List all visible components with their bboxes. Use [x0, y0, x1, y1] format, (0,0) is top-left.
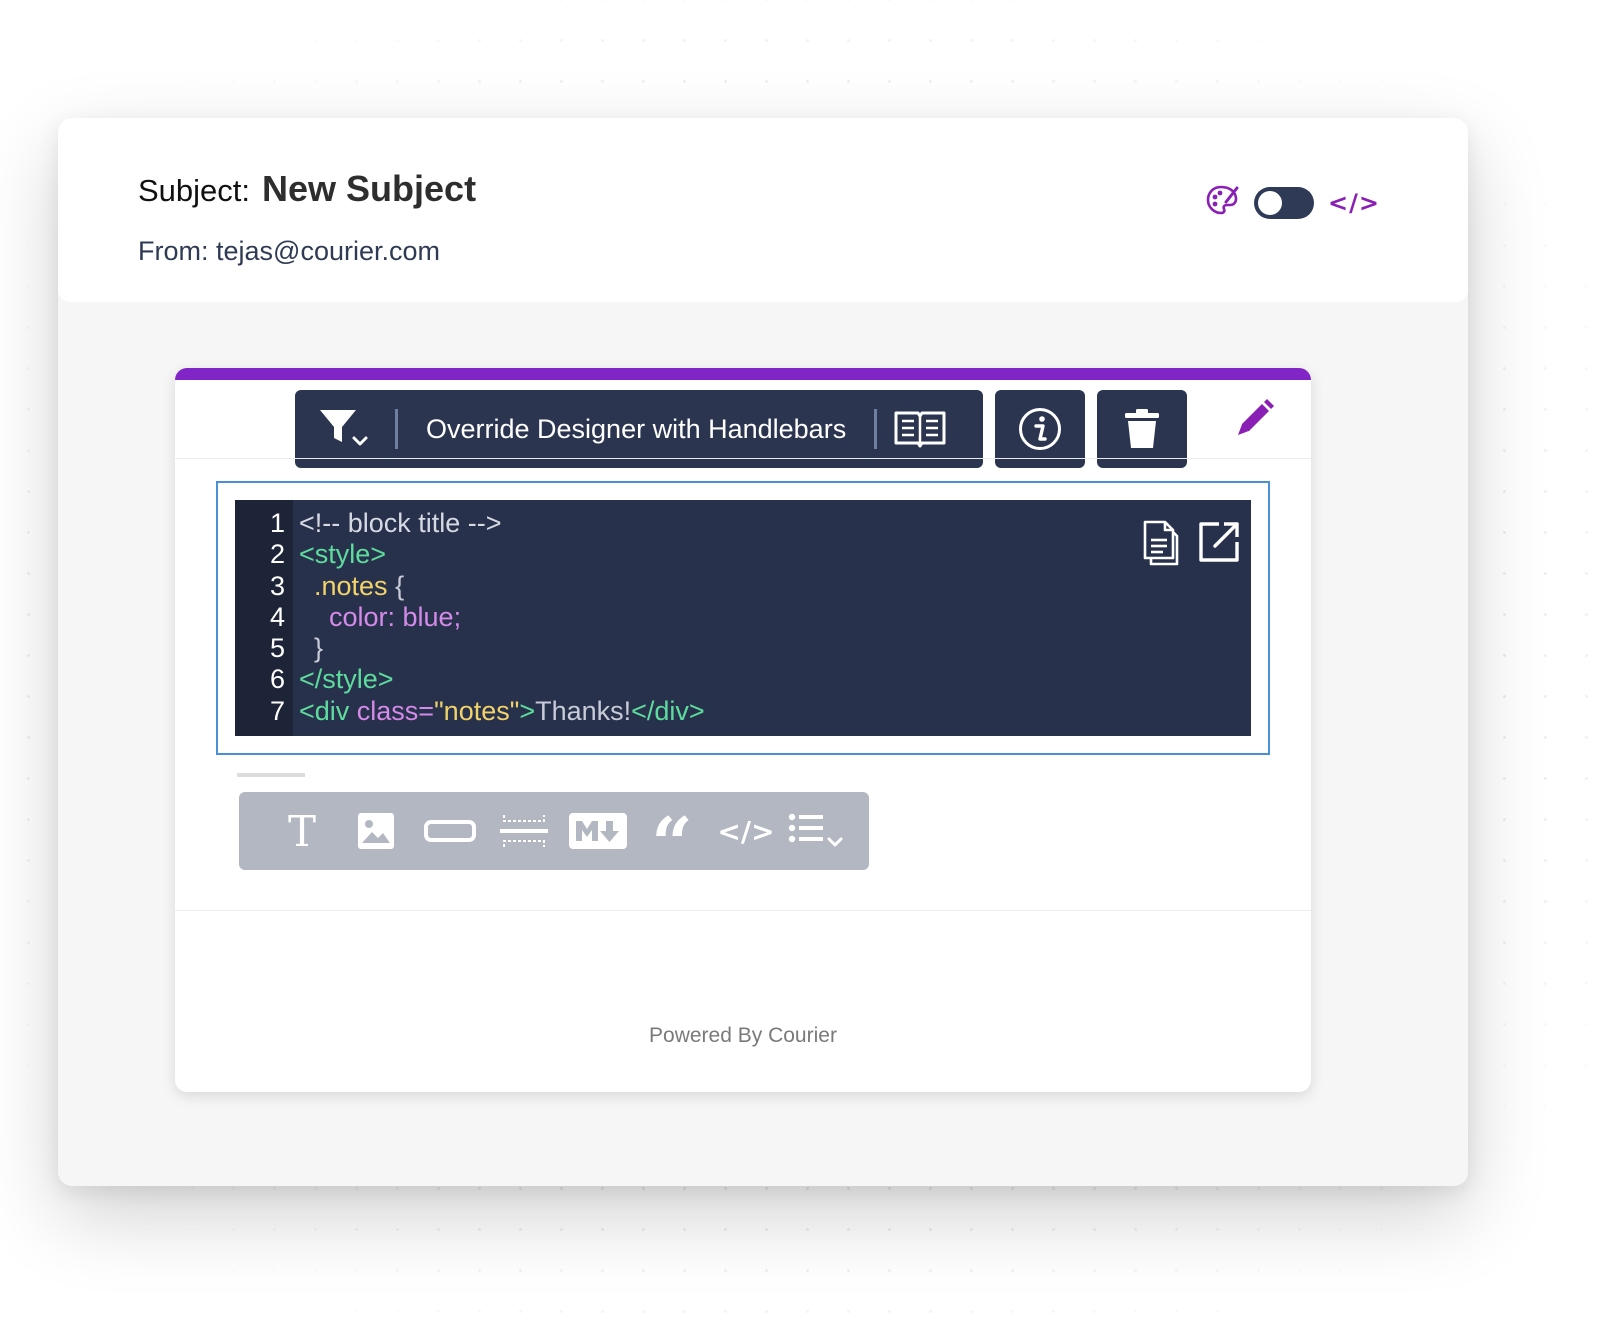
email-body-card: Override Designer with Handlebars 1 2 3 …	[175, 368, 1311, 1092]
add-markdown-block-button[interactable]	[561, 792, 635, 870]
code-tag: >	[519, 695, 536, 726]
filter-icon	[320, 410, 368, 446]
text-icon: T	[287, 806, 316, 856]
code-punct: }	[299, 633, 324, 664]
add-image-block-button[interactable]	[339, 792, 413, 870]
quote-icon: “	[651, 801, 693, 886]
block-toolbar-main: Override Designer with Handlebars	[295, 390, 983, 468]
image-icon	[358, 813, 394, 849]
divider-icon	[500, 815, 548, 847]
code-view-toggle[interactable]	[1254, 186, 1315, 219]
open-external-icon[interactable]	[1197, 520, 1241, 564]
code-block-selection[interactable]: 1 2 3 4 5 6 7 <!-- block title --> <styl…	[216, 481, 1270, 755]
edit-pencil-icon[interactable]	[1233, 398, 1275, 445]
list-icon	[788, 813, 843, 847]
info-button[interactable]	[995, 390, 1085, 468]
code-line-7: <div class="notes">Thanks!</div>	[299, 696, 705, 727]
code-attr: class=	[356, 695, 435, 726]
email-preview-window: Subject: New Subject From: tejas@courier…	[58, 118, 1468, 1186]
code-line-5: }	[299, 633, 705, 664]
code-line-6: </style>	[299, 664, 705, 695]
from-value[interactable]: tejas@courier.com	[216, 236, 440, 266]
copy-icon[interactable]	[1141, 520, 1181, 568]
card-footer-divider	[175, 910, 1311, 911]
email-header: Subject: New Subject From: tejas@courier…	[58, 118, 1468, 302]
brand-accent-bar	[175, 368, 1311, 380]
filter-dropdown-button[interactable]	[295, 390, 395, 468]
line-number: 2	[269, 539, 285, 570]
subject-value[interactable]: New Subject	[262, 168, 476, 210]
block-type-title: Override Designer with Handlebars	[426, 413, 847, 444]
line-number: 7	[269, 695, 285, 726]
code-text: Thanks!	[535, 695, 632, 726]
subject-label: Subject:	[138, 173, 251, 208]
code-selector: .notes	[299, 570, 388, 601]
code-tag: <style>	[299, 539, 387, 570]
markdown-icon	[569, 813, 627, 849]
code-comment: <!-- block title -->	[299, 508, 502, 538]
block-toolbar: Override Designer with Handlebars	[295, 390, 1187, 468]
code-punct: {	[387, 570, 405, 601]
docs-button[interactable]	[877, 409, 963, 449]
add-code-block-button[interactable]: </>	[709, 792, 783, 870]
add-list-block-button[interactable]	[783, 792, 857, 870]
code-line-2: <style>	[299, 539, 705, 570]
card-divider	[175, 458, 1311, 459]
line-number: 6	[269, 664, 285, 695]
palette-icon[interactable]	[1204, 182, 1240, 223]
line-number: 5	[269, 633, 285, 664]
subject-row: Subject: New Subject	[138, 168, 476, 210]
header-tools: </>	[1204, 182, 1380, 223]
code-block-icon: </>	[717, 814, 775, 848]
code-tag: </style>	[299, 664, 394, 695]
book-icon	[894, 411, 946, 448]
code-line-3: .notes {	[299, 571, 705, 602]
trash-icon	[1125, 409, 1159, 448]
drag-handle[interactable]	[237, 773, 305, 777]
code-tools	[1141, 520, 1241, 568]
code-property: color: blue;	[299, 601, 462, 632]
from-label: From:	[138, 236, 209, 266]
code-lines[interactable]: <!-- block title --> <style> .notes { co…	[293, 500, 705, 736]
from-row: From: tejas@courier.com	[138, 236, 440, 267]
add-divider-block-button[interactable]	[487, 792, 561, 870]
code-line-4: color: blue;	[299, 602, 705, 633]
code-line-1: <!-- block title -->	[299, 508, 705, 539]
button-icon	[424, 820, 476, 842]
delete-button[interactable]	[1097, 390, 1187, 468]
code-string: "notes"	[434, 695, 520, 726]
code-tag: <div	[299, 695, 357, 726]
add-text-block-button[interactable]: T	[265, 792, 339, 870]
add-quote-block-button[interactable]: “	[635, 792, 709, 880]
line-number-gutter: 1 2 3 4 5 6 7	[235, 500, 293, 736]
line-number: 4	[269, 601, 285, 632]
powered-by-footer: Powered By Courier	[649, 1024, 837, 1047]
code-tag: </div>	[631, 695, 705, 726]
toggle-knob	[1258, 190, 1283, 215]
info-icon	[1019, 408, 1061, 450]
add-block-bar: T “ </>	[239, 792, 869, 880]
code-editor[interactable]: 1 2 3 4 5 6 7 <!-- block title --> <styl…	[235, 500, 1251, 736]
line-number: 3	[269, 570, 285, 601]
line-number: 1	[269, 508, 285, 538]
add-action-block-button[interactable]	[413, 792, 487, 870]
code-icon[interactable]: </>	[1328, 189, 1380, 217]
